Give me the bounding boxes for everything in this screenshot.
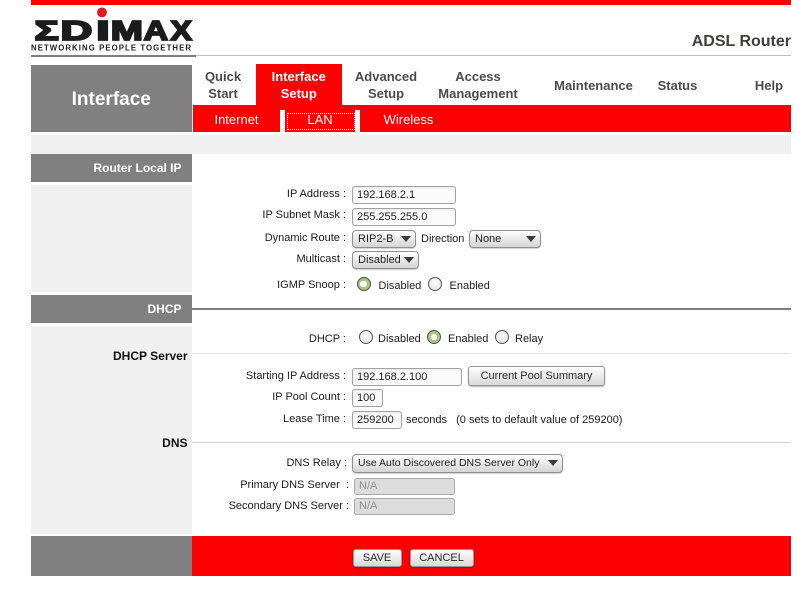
svg-text:I: I <box>96 16 110 46</box>
svg-text:Σ: Σ <box>34 16 58 46</box>
svg-text:M: M <box>111 17 143 47</box>
svg-text:A: A <box>144 15 168 46</box>
svg-text:X: X <box>171 16 193 46</box>
svg-text:NETWORKING PEOPLE TOGETHER: NETWORKING PEOPLE TOGETHER <box>31 44 191 53</box>
svg-text:D: D <box>60 16 92 47</box>
